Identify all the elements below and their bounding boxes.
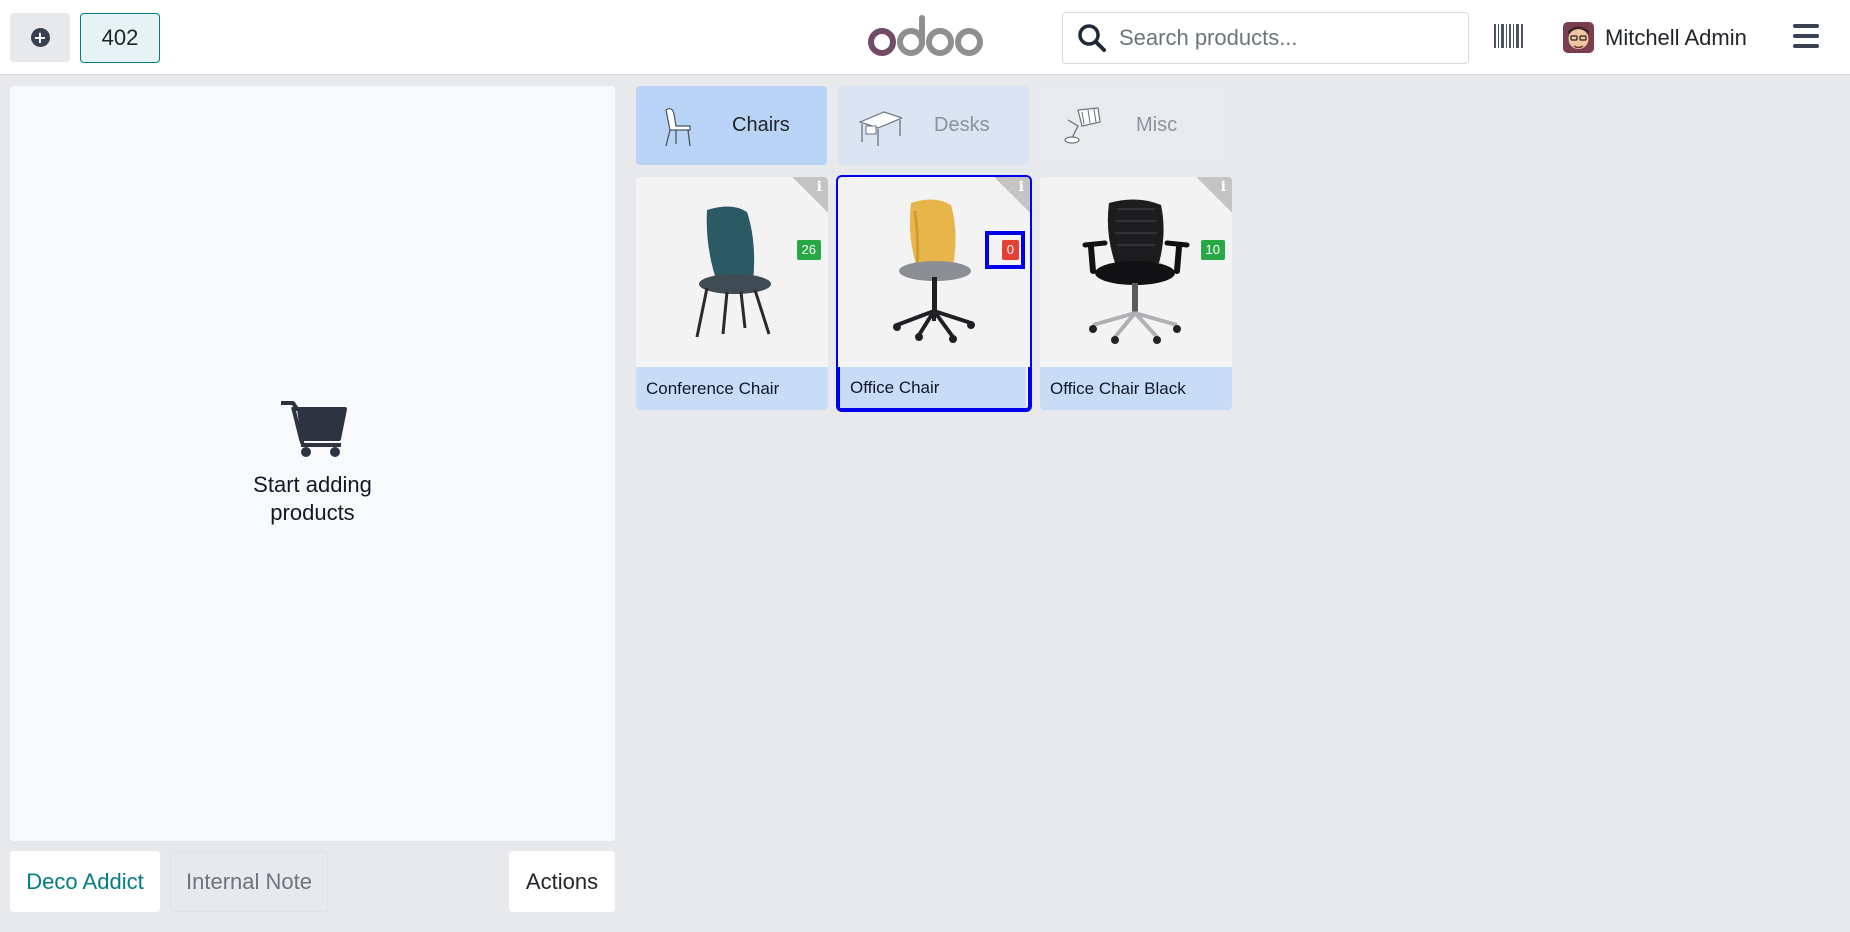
user-name: Mitchell Admin: [1605, 24, 1747, 50]
odoo-logo: [868, 14, 984, 58]
stock-badge-highlight: [985, 231, 1025, 269]
product-name: Conference Chair: [636, 367, 828, 410]
category-desks-label: Desks: [934, 114, 990, 136]
top-bar: + 402 Search products... Mitchell Admin: [0, 0, 1850, 75]
info-icon: i: [816, 179, 822, 195]
chair-icon: [665, 107, 691, 146]
info-icon: i: [1220, 179, 1226, 195]
category-desks[interactable]: Desks: [838, 86, 1029, 165]
product-info-button[interactable]: i: [792, 177, 828, 213]
category-misc[interactable]: Misc: [1040, 86, 1231, 165]
category-misc-label: Misc: [1136, 114, 1178, 136]
barcode-icon[interactable]: [1494, 24, 1524, 48]
product-name: Office Chair Black: [1040, 367, 1232, 410]
stock-badge: 10: [1200, 240, 1225, 260]
product-card-office-chair[interactable]: 0 i Office Chair: [836, 175, 1032, 412]
empty-cart-state: Start adding products: [10, 399, 615, 527]
actions-button[interactable]: Actions: [509, 851, 615, 912]
internal-note-button[interactable]: Internal Note: [170, 851, 328, 912]
conference-chair-image: [695, 206, 771, 338]
avatar: [1563, 22, 1594, 53]
product-info-button[interactable]: i: [994, 177, 1030, 213]
empty-cart-line2: products: [270, 500, 355, 525]
info-icon: i: [1018, 179, 1024, 195]
lamp-icon: [1064, 106, 1101, 144]
customer-button[interactable]: Deco Addict: [10, 851, 160, 912]
hamburger-menu-icon[interactable]: [1793, 24, 1819, 48]
office-chair-image: [893, 199, 975, 343]
empty-cart-line1: Start adding: [253, 472, 372, 497]
order-tab[interactable]: 402: [80, 13, 160, 63]
order-cart-panel: Start adding products: [10, 86, 615, 841]
shopping-cart-icon: [280, 401, 347, 457]
search-icon: [1078, 24, 1106, 52]
product-info-button[interactable]: i: [1196, 177, 1232, 213]
search-input[interactable]: [1119, 25, 1449, 51]
stock-badge: 26: [796, 240, 821, 260]
category-chairs-label: Chairs: [732, 114, 790, 136]
product-search[interactable]: [1062, 12, 1469, 64]
desk-icon: [858, 110, 902, 146]
product-card-office-chair-black[interactable]: 10 i Office Chair Black: [1040, 177, 1232, 410]
office-chair-black-image: [1082, 199, 1190, 344]
plus-icon: +: [30, 28, 50, 47]
category-chairs[interactable]: Chairs: [636, 86, 827, 165]
odoo-logo-icon: [868, 15, 983, 56]
new-order-button[interactable]: +: [10, 13, 70, 62]
product-name: Office Chair: [840, 367, 1026, 408]
user-menu[interactable]: Mitchell Admin: [1563, 22, 1747, 53]
product-card-conference-chair[interactable]: 26 i Conference Chair: [636, 177, 828, 410]
avatar-icon: [1563, 22, 1594, 53]
